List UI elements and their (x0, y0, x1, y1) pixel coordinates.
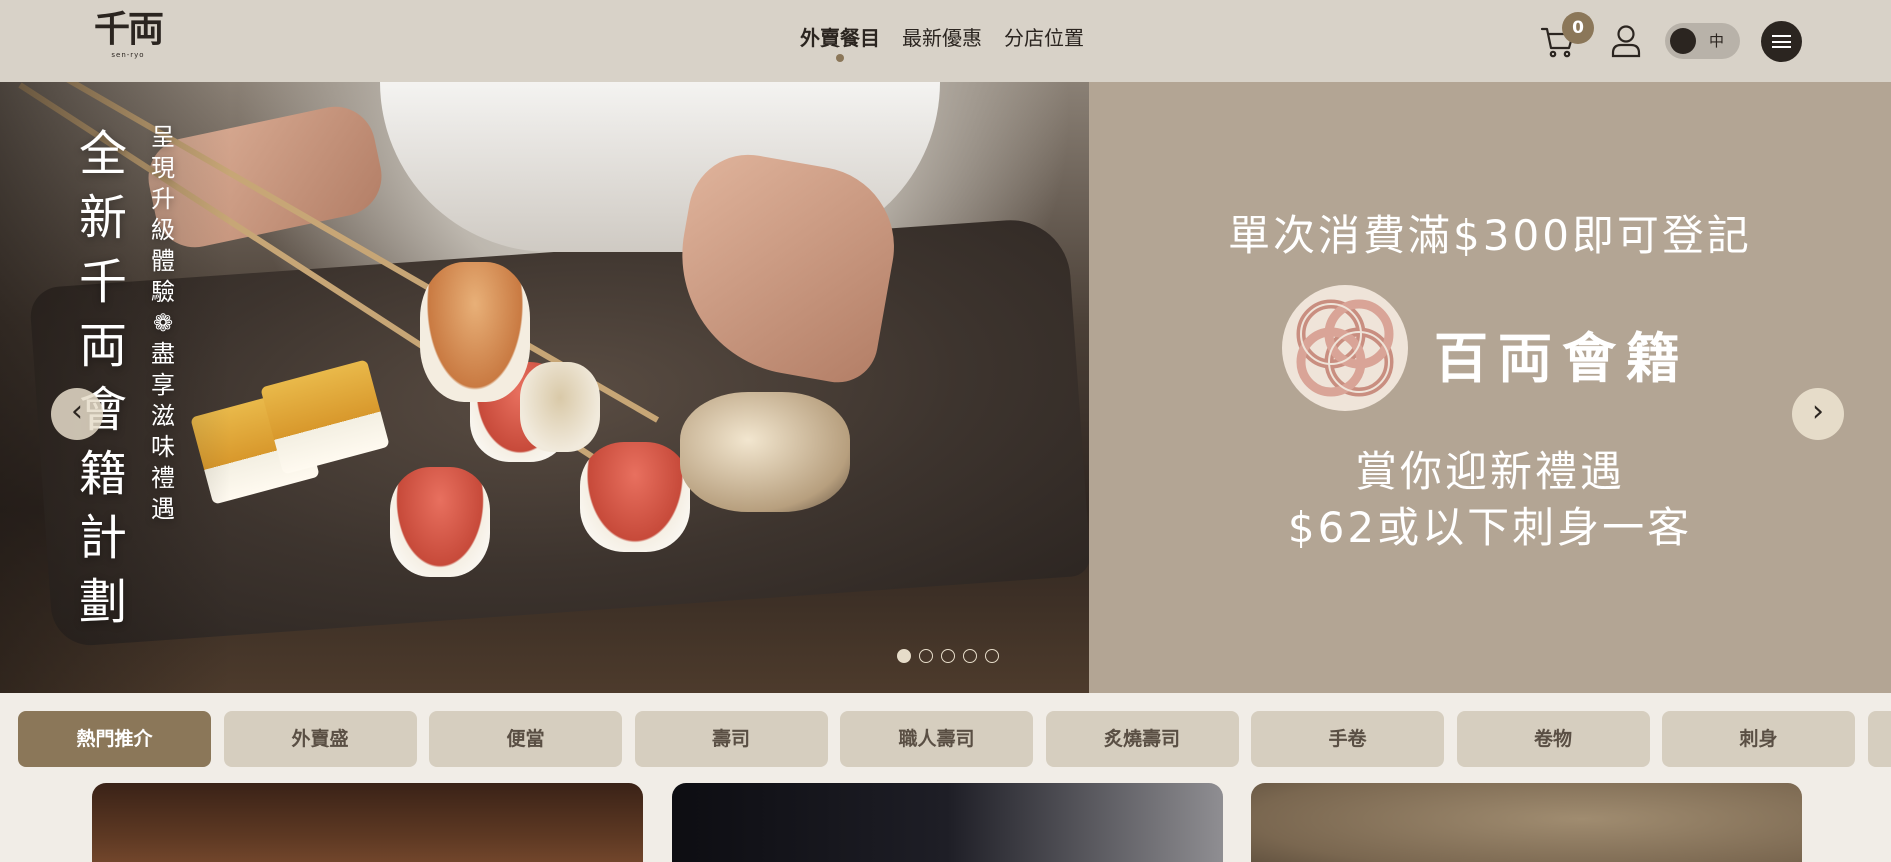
menu-line (1772, 40, 1791, 43)
logo-mark: 千両 (93, 8, 164, 50)
nav-latest-offers[interactable]: 最新優惠 (902, 24, 982, 52)
carousel-pagination (897, 649, 999, 663)
category-tab[interactable]: 刺身 (1662, 711, 1855, 767)
title-char: 両 (78, 318, 127, 374)
category-tab[interactable]: 壽司 (634, 711, 828, 767)
promo-welcome: 賞你迎新禮遇 (1354, 447, 1625, 496)
category-tab[interactable]: 便當 (429, 711, 622, 767)
category-tab[interactable]: 職人壽司 (840, 711, 1033, 767)
logo[interactable]: 千両 sen-ryo (92, 8, 164, 64)
subtitle-char: 盡 (151, 340, 175, 368)
carousel-dot[interactable] (919, 649, 933, 663)
carousel-dot[interactable] (941, 649, 955, 663)
promo-offer: $62或以下刺身一客 (1287, 503, 1693, 552)
subtitle-char: 享 (151, 371, 175, 399)
subtitle-char: 遇 (151, 495, 175, 523)
subtitle-char: 滋 (151, 402, 175, 430)
membership-emblem-icon (1279, 282, 1411, 414)
garnish-sushi (520, 362, 600, 452)
menu-icon[interactable] (1761, 21, 1802, 62)
category-tab[interactable]: 卷物 (1456, 711, 1650, 767)
category-tab[interactable]: 手卷 (1251, 711, 1444, 767)
main-nav: 外賣餐目 最新優惠 分店位置 (800, 24, 1084, 62)
title-char: 全 (78, 126, 127, 182)
title-char: 千 (78, 254, 127, 310)
product-card[interactable] (1251, 783, 1802, 862)
subtitle-char: 驗 (151, 278, 175, 306)
subtitle-char: 體 (151, 247, 175, 275)
flower-ornament-icon: ❁ (152, 309, 174, 337)
subtitle-char: 味 (151, 433, 175, 461)
category-tab[interactable]: 外賣盛 (223, 711, 417, 767)
title-char: 劃 (78, 574, 127, 630)
category-tab-overflow[interactable] (1867, 711, 1891, 767)
menu-line (1772, 46, 1791, 48)
toggle-knob (1670, 28, 1696, 54)
category-tabs: 熱門推介 外賣盛 便當 壽司 職人壽司 炙燒壽司 手卷 卷物 刺身 (18, 711, 1891, 767)
scallop-sushi (420, 262, 530, 402)
subtitle-char: 呈 (151, 123, 175, 151)
carousel-dot[interactable] (963, 649, 977, 663)
subtitle-char: 現 (151, 154, 175, 182)
category-tab[interactable]: 熱門推介 (18, 711, 211, 767)
hero-vertical-title: 全 新 千 両 會 籍 計 劃 (72, 122, 134, 634)
user-icon[interactable] (1610, 24, 1642, 58)
title-char: 新 (78, 190, 127, 246)
nav-takeaway-menu[interactable]: 外賣餐目 (800, 24, 880, 62)
carousel-prev-button[interactable]: ‹ (51, 388, 103, 440)
promo-panel: 單次消費滿$300即可登記 百両會籍 賞你迎新禮遇 $62或以下刺身一客 (1089, 82, 1891, 693)
carousel-dot[interactable] (897, 649, 911, 663)
carousel-dot[interactable] (985, 649, 999, 663)
promo-condition: 單次消費滿$300即可登記 (1228, 211, 1752, 260)
product-card[interactable] (92, 783, 643, 862)
carousel-next-button[interactable]: › (1792, 388, 1844, 440)
nav-branch-locations[interactable]: 分店位置 (1004, 24, 1084, 52)
subtitle-char: 級 (151, 216, 175, 244)
subtitle-char: 禮 (151, 464, 175, 492)
title-char: 計 (78, 510, 127, 566)
oyster-sushi (680, 392, 850, 512)
hero-vertical-subtitle: 呈 現 升 級 體 驗 ❁ 盡 享 滋 味 禮 遇 (146, 122, 180, 525)
category-tab[interactable]: 炙燒壽司 (1045, 711, 1239, 767)
cart-count-badge: 0 (1562, 12, 1594, 44)
tuna-sushi (580, 442, 690, 552)
hero-carousel: 全 新 千 両 會 籍 計 劃 呈 現 升 級 體 驗 ❁ 盡 享 滋 味 禮 … (0, 82, 1891, 693)
site-header: 千両 sen-ryo 外賣餐目 最新優惠 分店位置 0 中 (0, 0, 1891, 82)
language-toggle[interactable]: 中 (1665, 23, 1740, 59)
logo-subtext: sen-ryo (111, 51, 145, 59)
promo-brand-name: 百両會籍 (1434, 326, 1690, 390)
product-card[interactable] (672, 783, 1223, 862)
title-char: 籍 (78, 446, 127, 502)
menu-line (1772, 35, 1791, 37)
language-label: 中 (1709, 32, 1725, 50)
subtitle-char: 升 (151, 185, 175, 213)
uni-sushi (390, 467, 490, 577)
